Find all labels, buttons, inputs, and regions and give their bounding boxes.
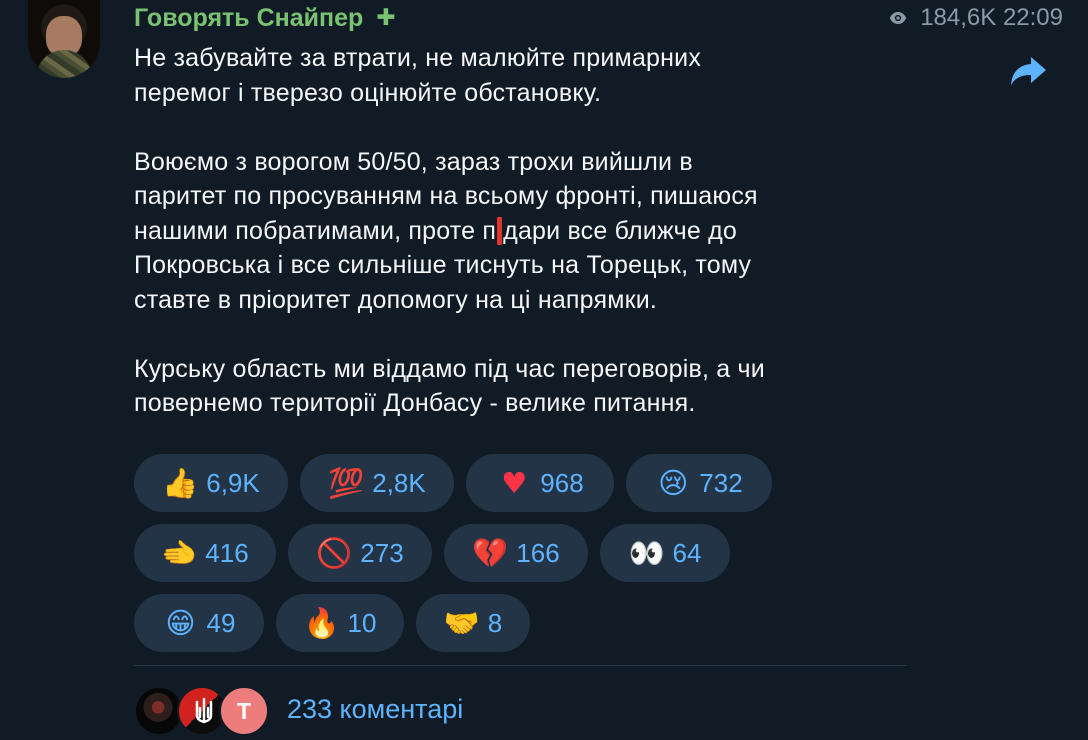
channel-avatar[interactable] [28,0,100,78]
reaction-count: 273 [360,537,404,568]
forward-icon[interactable] [1010,51,1048,89]
reaction-fire[interactable]: 🔥 10 [276,594,404,652]
prohibited-flag-icon: 🚫 [316,535,353,570]
broken-heart-icon: 💔 [472,535,509,570]
reaction-list: 👍 6,9K 💯 2,8K ♥ 968 😢 732 🫲 416 🚫 273 💔 … [134,454,894,664]
post-header: Говорять Снайпер ✚ 184,6K 22:09 [134,0,1074,36]
reaction-hundred[interactable]: 💯 2,8K [300,454,454,512]
grinning-face-icon: 😁 [165,605,196,640]
reaction-handshake[interactable]: 🤝 8 [416,594,530,652]
heart-icon: ♥ [501,465,528,500]
comments-button[interactable]: Т 233 коментарі [134,686,554,740]
reaction-eyes[interactable]: 👀 64 [600,524,730,582]
sender-name[interactable]: Говорять Снайпер [134,4,363,32]
eye-icon [889,12,906,24]
post-time: 22:09 [1002,4,1063,31]
thumbs-up-icon: 👍 [162,465,199,500]
reaction-count: 732 [699,467,743,498]
commenter-avatar-3: Т [219,686,269,736]
eyes-icon: 👀 [628,535,665,570]
reaction-thumbs-up[interactable]: 👍 6,9K [134,454,288,512]
reaction-crying-face[interactable]: 😢 732 [626,454,772,512]
reaction-count: 968 [540,467,584,498]
message-paragraph-1: Не забувайте за втрати, не малюйте прима… [134,44,702,107]
telegram-post-screen: Говорять Снайпер ✚ 184,6K 22:09 Не забув… [0,0,1088,740]
post-meta: 184,6K 22:09 [889,4,1063,32]
reaction-heart[interactable]: ♥ 968 [466,454,614,512]
message-paragraph-3: Курську область ми віддамо під час перег… [134,354,765,418]
view-count: 184,6K [920,4,997,31]
reaction-count: 416 [205,537,249,568]
reaction-count: 8 [487,607,503,638]
message-paragraph-2: Воюємо з ворогом 50/50, зараз трохи вийш… [134,145,934,318]
pointing-hand-icon: 🫲 [161,535,198,570]
reaction-row-3: 😁 49 🔥 10 🤝 8 [134,594,894,652]
message-text: Не забувайте за втрати, не малюйте прима… [134,41,934,421]
reaction-pointing-hand[interactable]: 🫲 416 [134,524,276,582]
hundred-points-icon: 💯 [328,465,365,500]
reaction-grinning-face[interactable]: 😁 49 [134,594,264,652]
reaction-count: 2,8K [372,467,426,498]
reaction-count: 6,9K [206,467,260,498]
comments-count-label[interactable]: 233 коментарі [287,694,463,725]
reaction-row-1: 👍 6,9K 💯 2,8K ♥ 968 😢 732 [134,454,894,512]
reaction-count: 49 [206,607,236,638]
trident-icon [195,697,213,724]
crying-face-icon: 😢 [658,465,689,500]
reaction-broken-heart[interactable]: 💔 166 [444,524,588,582]
reaction-count: 64 [672,537,702,568]
sender-name-row[interactable]: Говорять Снайпер ✚ [134,4,396,33]
red-text-cursor [497,216,503,245]
comments-divider [134,665,907,666]
handshake-icon: 🤝 [443,605,480,640]
reaction-count: 10 [347,607,377,638]
reaction-count: 166 [516,537,560,568]
reaction-row-2: 🫲 416 🚫 273 💔 166 👀 64 [134,524,894,582]
plus-icon: ✚ [376,4,396,30]
fire-icon: 🔥 [303,605,340,640]
reaction-prohibited-flag[interactable]: 🚫 273 [288,524,432,582]
